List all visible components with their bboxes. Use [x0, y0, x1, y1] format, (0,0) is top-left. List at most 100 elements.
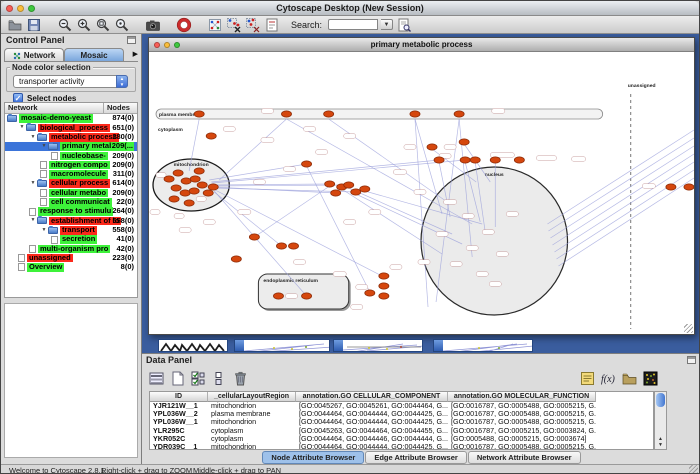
network-window-titlebar[interactable]: primary metabolic process: [149, 38, 694, 52]
network-node[interactable]: [427, 144, 437, 150]
tab-mosaic[interactable]: Mosaic: [64, 48, 124, 62]
network-edge[interactable]: [559, 178, 694, 266]
column-header[interactable]: annotation.GO CELLULAR_COMPONENT: [296, 392, 448, 402]
table-row[interactable]: YPL036W__2plasma membrane[GO:0044464, GO…: [150, 410, 653, 418]
network-node[interactable]: [194, 111, 204, 117]
network-node[interactable]: [514, 157, 524, 163]
network-node[interactable]: [184, 200, 194, 206]
mini-titlebar[interactable]: [334, 340, 343, 351]
network-node[interactable]: [181, 178, 191, 184]
network-node[interactable]: [360, 186, 370, 192]
enhanced-search-icon[interactable]: [396, 17, 412, 33]
network-edge[interactable]: [432, 149, 476, 182]
expand-arrow-icon[interactable]: ▼: [29, 216, 37, 225]
select-attributes-icon[interactable]: [190, 370, 207, 387]
table-row[interactable]: YKR052Ccytoplasm[GO:0044464, GO:0044446,…: [150, 435, 653, 443]
network-node[interactable]: [344, 182, 354, 188]
scrollbar-thumb[interactable]: [656, 393, 665, 407]
network-node[interactable]: [164, 176, 174, 182]
network-canvas[interactable]: plasma membranecytoplasmnucleusmitochond…: [149, 52, 694, 334]
zoom-selected-icon[interactable]: [114, 17, 130, 33]
tree-row[interactable]: ▼cellular process614(0): [5, 179, 137, 188]
network-node[interactable]: [190, 176, 200, 182]
minimized-window-4[interactable]: [433, 339, 533, 352]
network-node[interactable]: [460, 157, 470, 163]
network-edge[interactable]: [547, 130, 694, 224]
network-node[interactable]: [410, 111, 420, 117]
network-edge[interactable]: [329, 119, 450, 204]
import-attributes-icon[interactable]: [621, 370, 638, 387]
tree-row[interactable]: response to stimulu264(0): [5, 207, 137, 216]
help-lifebuoy-icon[interactable]: [176, 17, 192, 33]
dropdown-stepper-icon[interactable]: ▲▼: [116, 75, 128, 88]
network-node[interactable]: [194, 168, 204, 174]
network-overview-icon[interactable]: [207, 17, 223, 33]
network-node[interactable]: [203, 190, 213, 196]
network-node[interactable]: [180, 190, 190, 196]
zoom-in-icon[interactable]: [76, 17, 92, 33]
float-panel-icon[interactable]: [687, 356, 696, 364]
network-node[interactable]: [206, 133, 216, 139]
tab-network[interactable]: Network: [4, 48, 64, 62]
network-node[interactable]: [684, 184, 694, 190]
network-edge[interactable]: [554, 162, 694, 252]
attribute-batch-icon[interactable]: [211, 370, 228, 387]
expand-arrow-icon[interactable]: ▼: [29, 133, 37, 142]
plasma-membrane-region[interactable]: [156, 109, 603, 119]
layout-tool-icon-a[interactable]: [226, 17, 242, 33]
matrix-view-icon[interactable]: [642, 370, 659, 387]
table-scrollbar[interactable]: ▲ ▼: [654, 391, 667, 450]
network-node[interactable]: [197, 182, 207, 188]
table-row[interactable]: YPL036W__1mitochondrion[GO:0044464, GO:0…: [150, 418, 653, 426]
zoom-out-icon[interactable]: [57, 17, 73, 33]
expand-arrow-icon[interactable]: ▼: [18, 123, 26, 132]
network-node[interactable]: [470, 157, 480, 163]
table-row[interactable]: YJR121W__1mitochondrion[GO:0045267, GO:0…: [150, 402, 653, 410]
tree-row[interactable]: ▼primary metabo209(...: [5, 142, 137, 151]
network-node[interactable]: [273, 293, 283, 299]
birds-eye-view[interactable]: [4, 303, 138, 458]
network-node[interactable]: [666, 184, 676, 190]
new-attribute-icon[interactable]: [169, 370, 186, 387]
network-node[interactable]: [331, 190, 341, 196]
network-node[interactable]: [379, 293, 389, 299]
column-header[interactable]: annotation.GO MOLECULAR_FUNCTION: [448, 392, 596, 402]
network-edge[interactable]: [287, 119, 473, 224]
tab-network-attribute-browser[interactable]: Network Attribute Browser: [468, 451, 581, 464]
network-node[interactable]: [249, 234, 259, 240]
network-node[interactable]: [434, 157, 444, 163]
tree-header-network[interactable]: Network: [5, 103, 104, 114]
scroll-down-icon[interactable]: ▼: [655, 442, 666, 448]
network-node[interactable]: [302, 161, 312, 167]
network-node[interactable]: [454, 111, 464, 117]
tree-header-nodes[interactable]: Nodes: [104, 103, 137, 114]
network-node[interactable]: [324, 111, 334, 117]
tree-row[interactable]: secretion41(0): [5, 235, 137, 244]
formula-builder-icon[interactable]: f(x): [600, 370, 617, 387]
network-edge[interactable]: [213, 184, 329, 185]
mini-titlebar[interactable]: [235, 340, 244, 351]
expand-arrow-icon[interactable]: ▼: [40, 142, 48, 151]
network-node[interactable]: [173, 170, 183, 176]
mini-titlebar[interactable]: [434, 340, 443, 351]
minimized-window-1[interactable]: [158, 339, 228, 352]
float-panel-icon[interactable]: [127, 36, 136, 44]
app-resize-grip[interactable]: [689, 465, 698, 474]
node-color-dropdown[interactable]: transporter activity ▲▼: [13, 75, 128, 88]
table-row[interactable]: YLR295Ccytoplasm[GO:0045263, GO:0044464,…: [150, 427, 653, 435]
zoom-fit-icon[interactable]: [95, 17, 111, 33]
network-view-window[interactable]: primary metabolic process plasma membran…: [148, 37, 695, 335]
search-dropdown-button[interactable]: ▼: [381, 19, 393, 30]
network-node[interactable]: [490, 157, 500, 163]
tree-row[interactable]: Overview8(0): [5, 263, 137, 272]
network-node[interactable]: [208, 184, 218, 190]
save-session-icon[interactable]: [26, 17, 42, 33]
network-node[interactable]: [289, 243, 299, 249]
annotation-tool-icon[interactable]: [264, 17, 280, 33]
expand-arrow-icon[interactable]: ▼: [40, 226, 48, 235]
tab-node-attribute-browser[interactable]: Node Attribute Browser: [262, 451, 364, 464]
network-node[interactable]: [169, 196, 179, 202]
search-input[interactable]: [328, 19, 378, 30]
network-edge[interactable]: [556, 170, 694, 259]
network-node[interactable]: [379, 283, 389, 289]
